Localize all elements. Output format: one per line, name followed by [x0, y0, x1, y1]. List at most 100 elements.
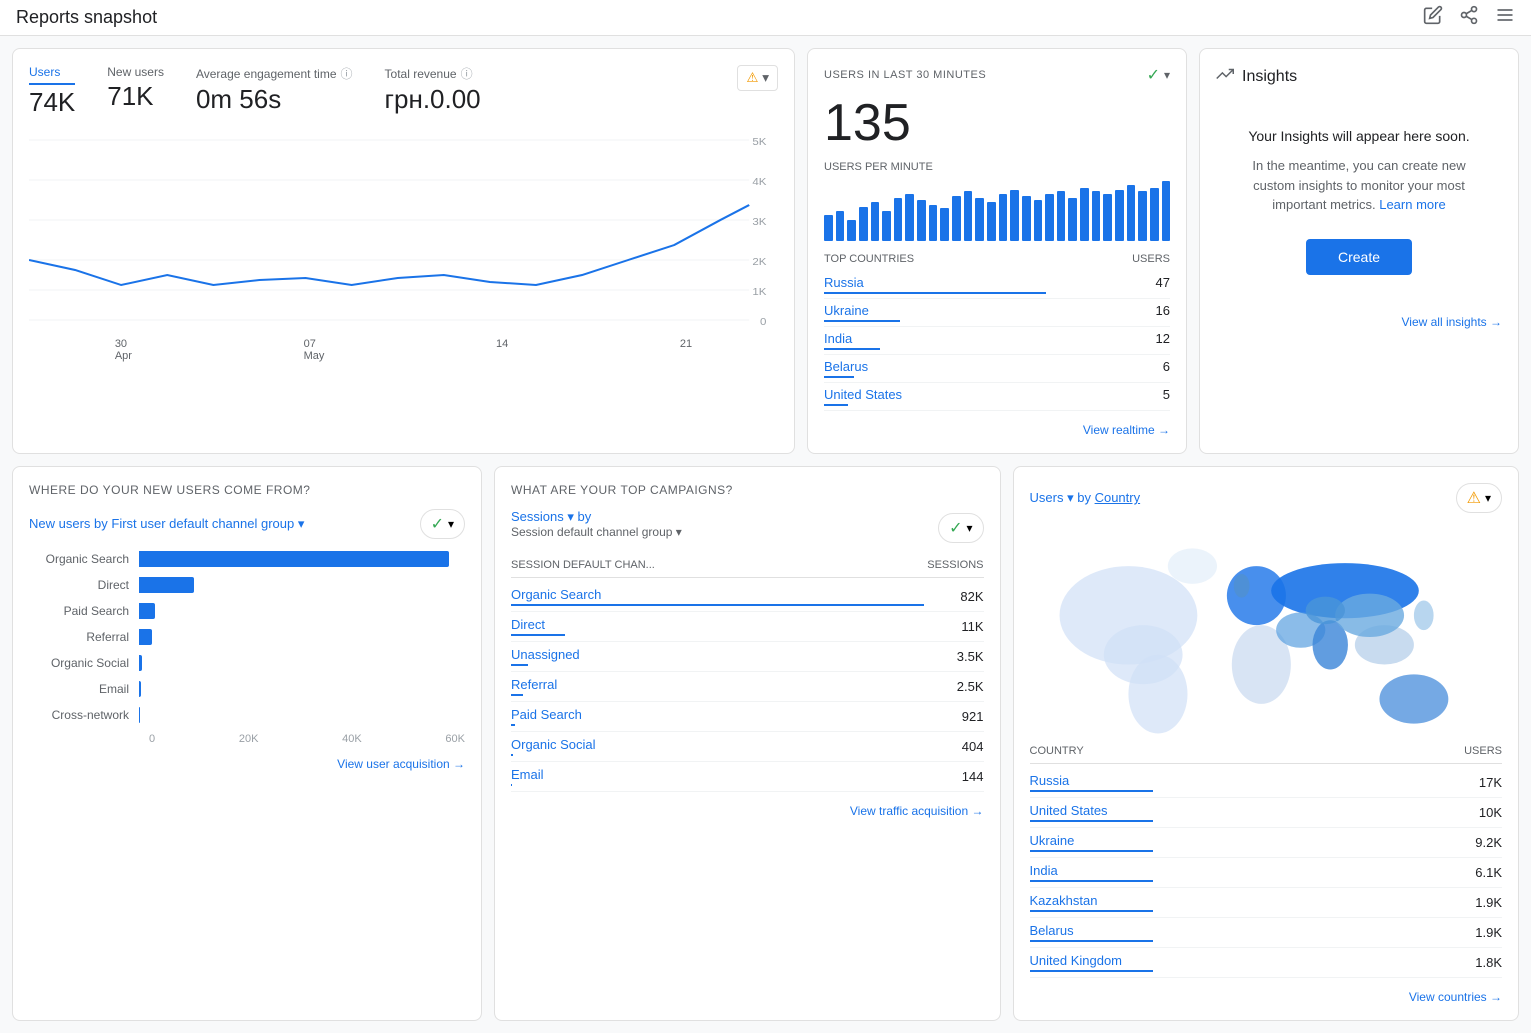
page-header: Reports snapshot	[0, 0, 1531, 36]
campaigns-filter-button[interactable]: ✓ ▾	[938, 513, 983, 543]
page-title: Reports snapshot	[16, 7, 157, 28]
realtime-section-label: USERS IN LAST 30 MINUTES	[824, 69, 986, 81]
acquisition-bar-row: Direct	[29, 577, 465, 593]
mini-bar	[1057, 191, 1066, 241]
country-col2-header: USERS	[1464, 745, 1502, 757]
metric-users-label[interactable]: Users	[29, 65, 75, 85]
metric-new-users-value: 71K	[107, 81, 164, 112]
metric-engagement-value: 0m 56s	[196, 84, 353, 115]
campaigns-table-row: Referral 2.5K	[511, 672, 984, 702]
campaign-name[interactable]: Email	[511, 767, 544, 782]
country-name[interactable]: Belarus	[824, 359, 868, 374]
metrics-row: Users 74K New users 71K Average engageme…	[29, 65, 778, 118]
bar-bg	[139, 655, 465, 671]
acquisition-bar-row: Organic Search	[29, 551, 465, 567]
campaign-name[interactable]: Referral	[511, 677, 557, 692]
country-count: 12	[1156, 331, 1170, 350]
campaign-value: 82K	[924, 589, 984, 604]
acquisition-filter-chevron: ▾	[448, 517, 454, 531]
campaign-value: 11K	[924, 619, 984, 634]
mini-bar	[836, 211, 845, 241]
country-table-name[interactable]: India	[1030, 863, 1058, 878]
country-list-item: India 12	[824, 327, 1170, 355]
svg-text:5K: 5K	[752, 137, 767, 148]
alert-button[interactable]: ⚠ ▾	[737, 65, 778, 91]
country-table-name[interactable]: Russia	[1030, 773, 1070, 788]
create-button[interactable]: Create	[1306, 239, 1412, 275]
view-realtime-link[interactable]: View realtime →	[824, 423, 1170, 437]
country-name[interactable]: Ukraine	[824, 303, 869, 318]
sessions-chevron[interactable]: ▾	[567, 509, 574, 524]
view-countries-link[interactable]: View countries →	[1030, 990, 1503, 1004]
campaign-name[interactable]: Direct	[511, 617, 545, 632]
mini-bar	[975, 198, 984, 241]
country-users-selector[interactable]: Users	[1030, 490, 1064, 505]
campaigns-status-icon: ✓	[949, 518, 962, 538]
top-campaigns-title: WHAT ARE YOUR TOP CAMPAIGNS?	[511, 483, 984, 497]
acquisition-group-selector[interactable]: First user default channel group	[111, 516, 294, 531]
top-countries-header: TOP COUNTRIES USERS	[824, 253, 1170, 265]
country-table-name[interactable]: United States	[1030, 803, 1108, 818]
metric-new-users: New users 71K	[107, 65, 164, 118]
view-all-insights-link[interactable]: View all insights →	[1216, 315, 1502, 329]
bar-fill	[139, 603, 155, 619]
acquisition-dropdown-label: New users by First user default channel …	[29, 516, 304, 532]
acquisition-bar-row: Cross-network	[29, 707, 465, 723]
metric-revenue-label[interactable]: Total revenue ⓘ	[385, 65, 481, 82]
country-name[interactable]: India	[824, 331, 852, 346]
country-count: 6	[1163, 359, 1170, 378]
sessions-channel-chevron[interactable]: ▾	[676, 525, 682, 539]
more-icon[interactable]	[1495, 5, 1515, 30]
svg-text:0: 0	[760, 317, 766, 328]
acquisition-group-chevron[interactable]: ▾	[298, 516, 305, 531]
bar-fill	[139, 551, 449, 567]
mini-bar	[847, 220, 856, 241]
campaign-name[interactable]: Organic Search	[511, 587, 601, 602]
campaign-value: 2.5K	[924, 679, 984, 694]
campaign-name[interactable]: Unassigned	[511, 647, 580, 662]
country-filter-button[interactable]: ⚠ ▾	[1456, 483, 1502, 513]
bar-bg	[139, 551, 465, 567]
metric-users-value: 74K	[29, 87, 75, 118]
learn-more-link[interactable]: Learn more	[1379, 197, 1445, 212]
share-icon[interactable]	[1459, 5, 1479, 30]
metric-engagement-label[interactable]: Average engagement time ⓘ	[196, 65, 353, 82]
campaign-name[interactable]: Paid Search	[511, 707, 582, 722]
mini-bar	[1115, 190, 1124, 241]
bar-fill	[139, 655, 142, 671]
mini-bar	[917, 200, 926, 241]
realtime-chevron[interactable]: ▾	[1164, 68, 1170, 82]
country-filter-chevron: ▾	[1485, 491, 1491, 505]
country-table-name[interactable]: United Kingdom	[1030, 953, 1123, 968]
country-table-name[interactable]: Belarus	[1030, 923, 1074, 938]
view-traffic-acquisition-link[interactable]: View traffic acquisition →	[511, 804, 984, 818]
sessions-selector[interactable]: Sessions	[511, 509, 564, 524]
mini-bar	[1034, 200, 1043, 241]
view-user-acquisition-link[interactable]: View user acquisition →	[29, 757, 465, 771]
metric-new-users-label[interactable]: New users	[107, 65, 164, 79]
acquisition-filter-button[interactable]: ✓ ▾	[420, 509, 465, 539]
country-list-item: United States 5	[824, 383, 1170, 411]
chart-label-4: 21	[680, 338, 692, 362]
campaign-name[interactable]: Organic Social	[511, 737, 596, 752]
chart-x-labels: 30Apr 07May 14 21	[29, 338, 778, 362]
campaigns-filter-chevron: ▾	[966, 521, 972, 535]
bar-fill	[139, 681, 141, 697]
campaign-value: 144	[924, 769, 984, 784]
revenue-info-icon[interactable]: ⓘ	[461, 65, 473, 82]
campaigns-col2-header: SESSIONS	[927, 559, 983, 571]
sessions-channel-selector: Session default channel group ▾	[511, 525, 682, 539]
edit-icon[interactable]	[1423, 5, 1443, 30]
country-table-name[interactable]: Kazakhstan	[1030, 893, 1098, 908]
country-name[interactable]: United States	[824, 387, 902, 402]
bar-fill	[139, 707, 140, 723]
country-users-chevron[interactable]: ▾	[1067, 490, 1074, 505]
country-name[interactable]: Russia	[824, 275, 864, 290]
mini-bar	[1127, 185, 1136, 241]
engagement-info-icon[interactable]: ⓘ	[341, 65, 353, 82]
insights-trend-icon	[1216, 65, 1234, 88]
country-table-value: 17K	[1442, 775, 1502, 790]
country-selector[interactable]: Country	[1095, 490, 1141, 505]
country-table-name[interactable]: Ukraine	[1030, 833, 1075, 848]
campaigns-table-row: Unassigned 3.5K	[511, 642, 984, 672]
